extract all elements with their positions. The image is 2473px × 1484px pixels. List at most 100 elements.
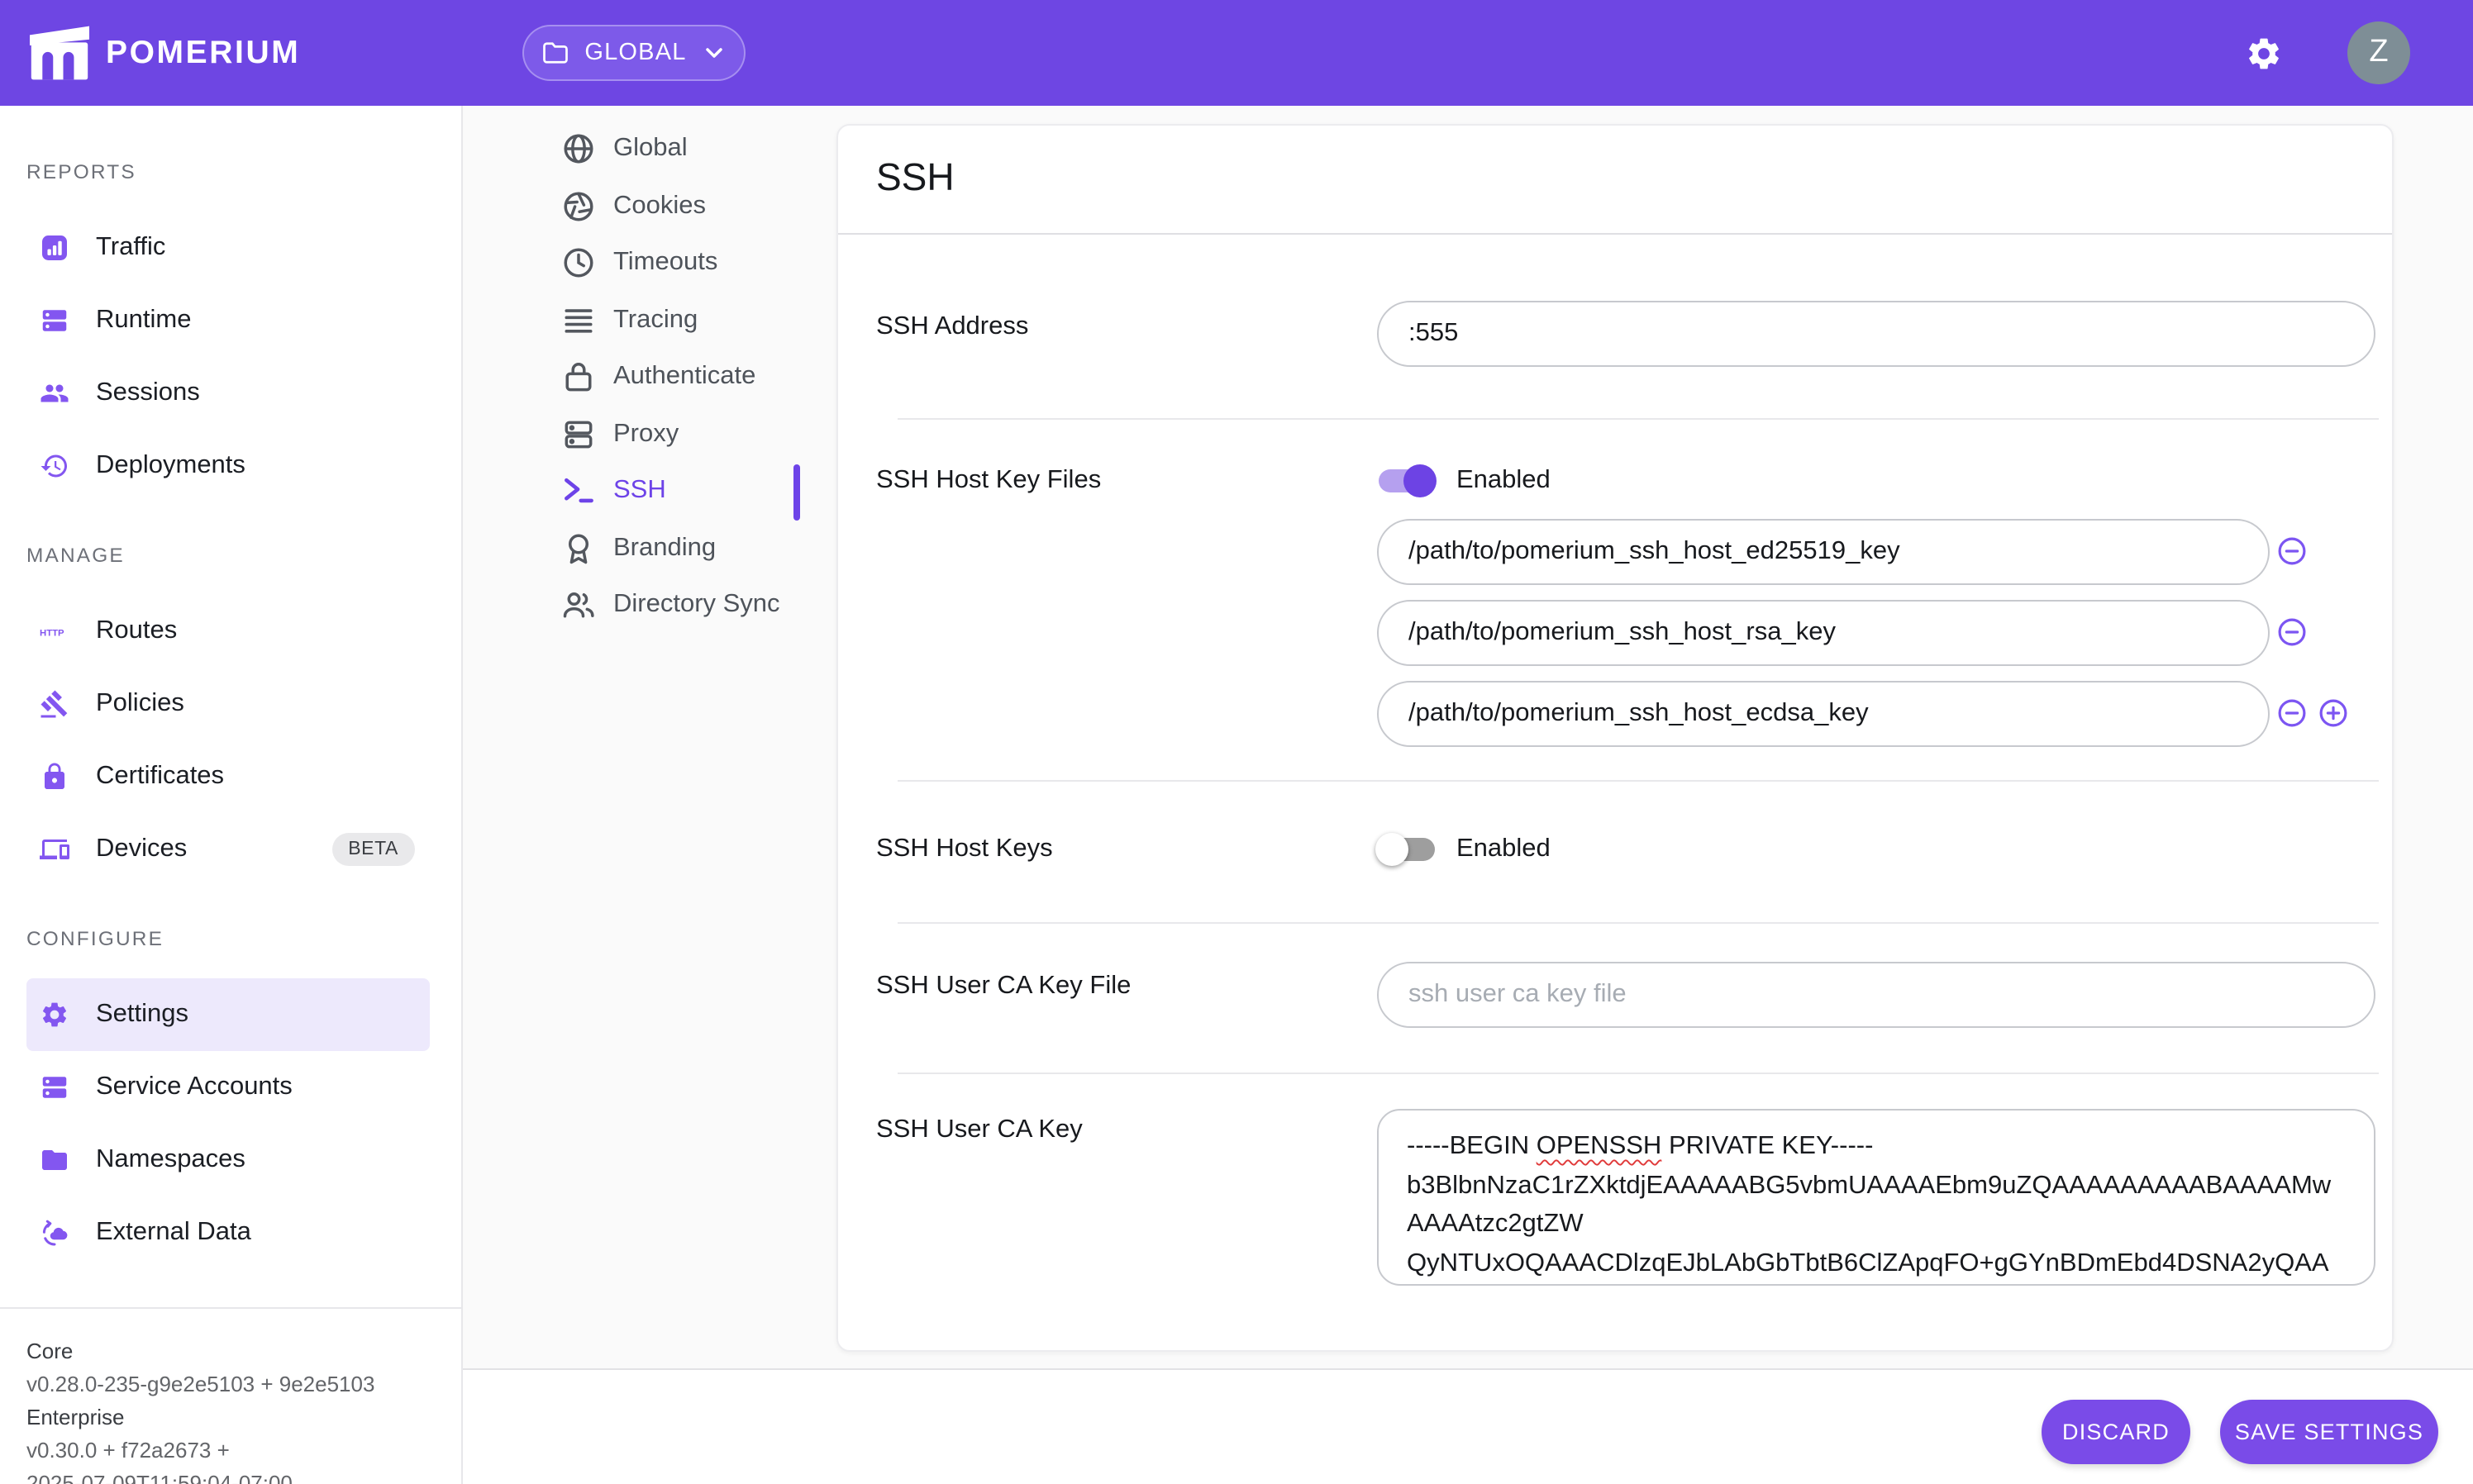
- svg-text:HTTP: HTTP: [40, 629, 64, 639]
- history-clock-icon: [40, 451, 69, 481]
- save-settings-button[interactable]: SAVE SETTINGS: [2220, 1400, 2438, 1464]
- beta-badge: BETA: [331, 833, 415, 866]
- main-sidebar: REPORTS Traffic Runtime Sessions: [0, 106, 463, 1484]
- sidebar-item-runtime[interactable]: Runtime: [26, 284, 430, 357]
- ca-key-line-4: QyNTUxOQAAACDlzqEJbLAbGbTbtB6ClZApqFO+gG…: [1407, 1244, 2346, 1282]
- section-heading-manage: MANAGE: [0, 539, 461, 572]
- ssh-user-ca-key-label: SSH User CA Key: [876, 1114, 1083, 1147]
- bar-chart-icon: [40, 233, 69, 263]
- avatar-initial: Z: [2369, 35, 2388, 71]
- folder-icon: [540, 38, 569, 68]
- section-heading-configure: CONFIGURE: [0, 922, 461, 955]
- folder-icon: [40, 1145, 69, 1175]
- tab-ssh[interactable]: SSH: [463, 469, 836, 515]
- sidebar-item-label: Service Accounts: [96, 1073, 293, 1102]
- host-key-file-input-3[interactable]: [1377, 681, 2270, 747]
- award-ribbon-icon: [560, 530, 597, 567]
- ca-key-line-3: AAAAtzc2gtZW: [1407, 1205, 2346, 1244]
- row-divider: [898, 922, 2379, 924]
- sidebar-item-deployments[interactable]: Deployments: [26, 430, 430, 502]
- tab-proxy[interactable]: Proxy: [463, 411, 836, 458]
- devices-icon: [40, 835, 69, 864]
- minus-circle-icon: [2276, 697, 2308, 729]
- sidebar-item-label: Policies: [96, 689, 184, 719]
- ssh-host-keys-label: SSH Host Keys: [876, 833, 1053, 866]
- sidebar-item-label: Runtime: [96, 306, 191, 335]
- lock-icon: [40, 762, 69, 792]
- server-icon: [40, 1073, 69, 1102]
- user-avatar[interactable]: Z: [2347, 21, 2410, 84]
- people-outline-icon: [560, 587, 597, 624]
- misspelled-word: OPENSSH: [1537, 1132, 1662, 1160]
- gear-icon: [2245, 34, 2283, 72]
- row-divider: [898, 780, 2379, 782]
- brand-logo: POMERIUM: [26, 0, 300, 106]
- sidebar-item-traffic[interactable]: Traffic: [26, 212, 430, 284]
- cookie-shutter-icon: [560, 188, 597, 224]
- clock-icon: [560, 245, 597, 281]
- tab-timeouts[interactable]: Timeouts: [463, 240, 836, 286]
- sidebar-item-label: Traffic: [96, 233, 165, 263]
- sidebar-item-certificates[interactable]: Certificates: [26, 740, 430, 813]
- remove-host-key-file-3-button[interactable]: [2276, 697, 2308, 729]
- sidebar-item-policies[interactable]: Policies: [26, 668, 430, 740]
- sidebar-item-devices[interactable]: Devices BETA: [26, 813, 430, 886]
- host-key-file-input-2[interactable]: [1377, 600, 2270, 666]
- people-icon: [40, 378, 69, 408]
- tab-authenticate[interactable]: Authenticate: [463, 354, 836, 400]
- remove-host-key-file-2-button[interactable]: [2276, 616, 2308, 648]
- page-title: SSH: [876, 155, 955, 200]
- http-icon: HTTP: [40, 616, 69, 646]
- sidebar-item-routes[interactable]: HTTP Routes: [26, 595, 430, 668]
- sidebar-item-label: External Data: [96, 1218, 251, 1248]
- tab-global[interactable]: Global: [463, 126, 836, 172]
- discard-button[interactable]: DISCARD: [2042, 1400, 2190, 1464]
- topbar-settings-button[interactable]: [2245, 33, 2285, 73]
- sidebar-item-namespaces[interactable]: Namespaces: [26, 1124, 430, 1196]
- toggle-knob: [1375, 833, 1408, 866]
- app-root: POMERIUM GLOBAL Z REPORTS: [0, 0, 2473, 1484]
- action-bar: DISCARD SAVE SETTINGS: [463, 1368, 2473, 1484]
- remove-host-key-file-1-button[interactable]: [2276, 535, 2308, 567]
- sidebar-item-settings[interactable]: Settings: [26, 978, 430, 1051]
- server-outline-icon: [560, 416, 597, 453]
- toggle-knob: [1403, 464, 1437, 497]
- sidebar-item-external-data[interactable]: External Data: [26, 1196, 430, 1269]
- sidebar-item-label: Sessions: [96, 378, 200, 408]
- namespace-label: GLOBAL: [584, 40, 686, 66]
- gear-icon: [40, 1000, 69, 1030]
- chevron-down-icon: [702, 40, 728, 66]
- tab-cookies[interactable]: Cookies: [463, 183, 836, 229]
- cloud-sync-icon: [40, 1218, 69, 1248]
- row-divider: [898, 418, 2379, 420]
- tab-directory-sync[interactable]: Directory Sync: [463, 583, 836, 629]
- enterprise-build-date: 2025-07-09T11:59:04-07:00: [26, 1467, 435, 1484]
- plus-circle-icon: [2318, 697, 2349, 729]
- ca-key-line-2: b3BlbnNzaC1rZXktdjEAAAAABG5vbmUAAAAEbm9u…: [1407, 1166, 2346, 1205]
- ssh-host-keys-toggle[interactable]: [1379, 838, 1435, 861]
- settings-subnav: Global Cookies Timeouts Tracing Authenti…: [463, 106, 836, 1368]
- sidebar-item-service-accounts[interactable]: Service Accounts: [26, 1051, 430, 1124]
- sidebar-item-sessions[interactable]: Sessions: [26, 357, 430, 430]
- ssh-host-key-files-label: SSH Host Key Files: [876, 464, 1101, 497]
- ssh-host-keys-toggle-label: Enabled: [1456, 833, 1551, 866]
- host-key-file-input-1[interactable]: [1377, 519, 2270, 585]
- ssh-host-key-files-toggle[interactable]: [1379, 469, 1435, 492]
- ssh-address-input[interactable]: [1377, 301, 2375, 367]
- sidebar-item-label: Certificates: [96, 762, 224, 792]
- ssh-user-ca-key-textarea[interactable]: -----BEGIN OPENSSH PRIVATE KEY----- b3Bl…: [1377, 1109, 2375, 1286]
- ssh-address-label: SSH Address: [876, 311, 1028, 344]
- namespace-selector[interactable]: GLOBAL: [522, 25, 746, 81]
- tab-branding[interactable]: Branding: [463, 526, 836, 572]
- add-host-key-file-button[interactable]: [2318, 697, 2349, 729]
- core-version: v0.28.0-235-g9e2e5103 + 9e2e5103: [26, 1368, 435, 1401]
- ssh-user-ca-key-file-label: SSH User CA Key File: [876, 970, 1131, 1003]
- ssh-user-ca-key-file-input[interactable]: [1377, 962, 2375, 1028]
- gavel-icon: [40, 689, 69, 719]
- selected-tab-indicator: [793, 464, 799, 521]
- top-bar: POMERIUM GLOBAL Z: [0, 0, 2473, 106]
- tab-tracing[interactable]: Tracing: [463, 297, 836, 343]
- version-info: Core v0.28.0-235-g9e2e5103 + 9e2e5103 En…: [0, 1309, 461, 1484]
- ca-key-line-1: -----BEGIN OPENSSH PRIVATE KEY-----: [1407, 1127, 2346, 1166]
- sidebar-item-label: Settings: [96, 1000, 188, 1030]
